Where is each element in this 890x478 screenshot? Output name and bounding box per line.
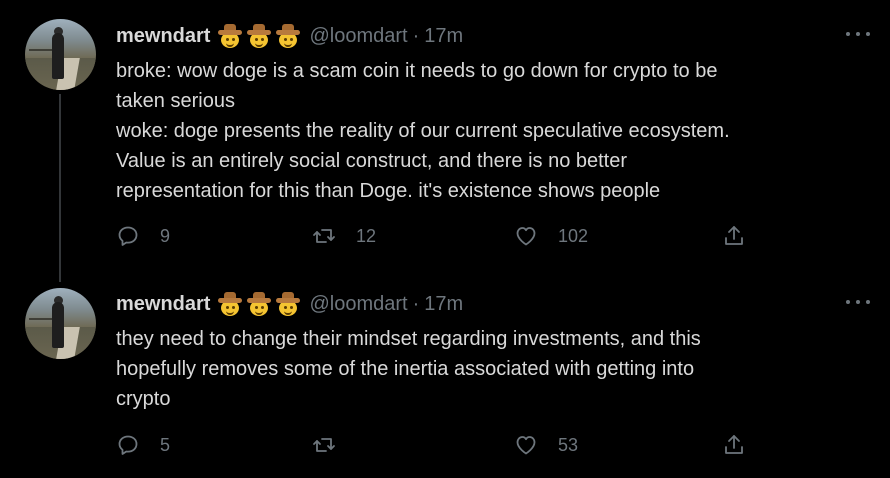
heart-icon — [516, 436, 536, 455]
tweet-text-line: crypto — [116, 388, 171, 410]
more-options-icon[interactable] — [846, 290, 870, 314]
like-button[interactable]: 53 — [514, 433, 578, 457]
reply-button[interactable]: 9 — [116, 224, 170, 248]
header-separator: · — [412, 292, 420, 315]
tweet-text: they need to change their mindset regard… — [116, 324, 876, 414]
cowboy-hat-face-icon — [276, 24, 301, 48]
tweet-text-line: woke: doge presents the reality of our c… — [116, 120, 730, 142]
tweet[interactable]: mewndart @loomdart · 17m broke: wow doge… — [0, 0, 890, 282]
tweet-text-line: taken serious — [116, 90, 235, 112]
retweet-button[interactable]: 12 — [312, 224, 376, 248]
tweet-text-line: they need to change their mindset regard… — [116, 328, 701, 350]
cowboy-hat-face-icon — [218, 292, 243, 316]
tweet-text-line: representation for this than Doge. it's … — [116, 180, 661, 202]
like-count: 53 — [558, 434, 579, 455]
avatar[interactable] — [25, 19, 96, 90]
reply-icon — [118, 435, 138, 455]
timestamp[interactable]: 17m — [424, 293, 463, 316]
tweet-text-line: Value is an entirely social construct, a… — [116, 150, 628, 172]
cowboy-hat-face-icon — [276, 292, 301, 316]
like-button[interactable]: 102 — [514, 224, 588, 248]
cowboy-hat-face-icon — [218, 24, 243, 48]
heart-icon — [516, 227, 536, 246]
header-separator: · — [412, 24, 420, 47]
reply-button[interactable]: 5 — [116, 433, 170, 457]
retweet-icon — [313, 438, 335, 452]
author-name[interactable]: mewndart — [116, 293, 210, 316]
share-button[interactable] — [722, 224, 746, 248]
more-options-icon[interactable] — [846, 22, 870, 46]
tweet-header: mewndart @loomdart · 17m — [116, 290, 463, 318]
tweet[interactable]: mewndart @loomdart · 17m they need to ch… — [0, 272, 890, 478]
reply-count: 5 — [160, 434, 171, 455]
retweet-button[interactable] — [312, 433, 356, 457]
tweet-text-line: hopefully removes some of the inertia as… — [116, 358, 695, 380]
tweet-header: mewndart @loomdart · 17m — [116, 22, 463, 50]
action-bar: 5 53 — [116, 433, 876, 457]
thread-connector-line — [59, 94, 61, 282]
reply-icon — [118, 226, 138, 246]
author-handle[interactable]: @loomdart — [309, 293, 407, 316]
share-button[interactable] — [722, 433, 746, 457]
share-icon — [725, 226, 743, 245]
cowboy-hat-face-icon — [247, 24, 272, 48]
cowboy-hat-face-icon — [247, 292, 272, 316]
tweet-text-line: broke: wow doge is a scam coin it needs … — [116, 60, 718, 82]
share-icon — [725, 435, 743, 454]
reply-count: 9 — [160, 225, 171, 246]
retweet-count: 12 — [356, 225, 377, 246]
retweet-icon — [313, 229, 335, 243]
avatar[interactable] — [25, 288, 96, 359]
like-count: 102 — [558, 225, 589, 246]
tweet-text: broke: wow doge is a scam coin it needs … — [116, 56, 876, 206]
action-bar: 9 12 102 — [116, 224, 876, 248]
timestamp[interactable]: 17m — [424, 25, 463, 48]
author-name[interactable]: mewndart — [116, 25, 210, 48]
author-handle[interactable]: @loomdart — [309, 25, 407, 48]
